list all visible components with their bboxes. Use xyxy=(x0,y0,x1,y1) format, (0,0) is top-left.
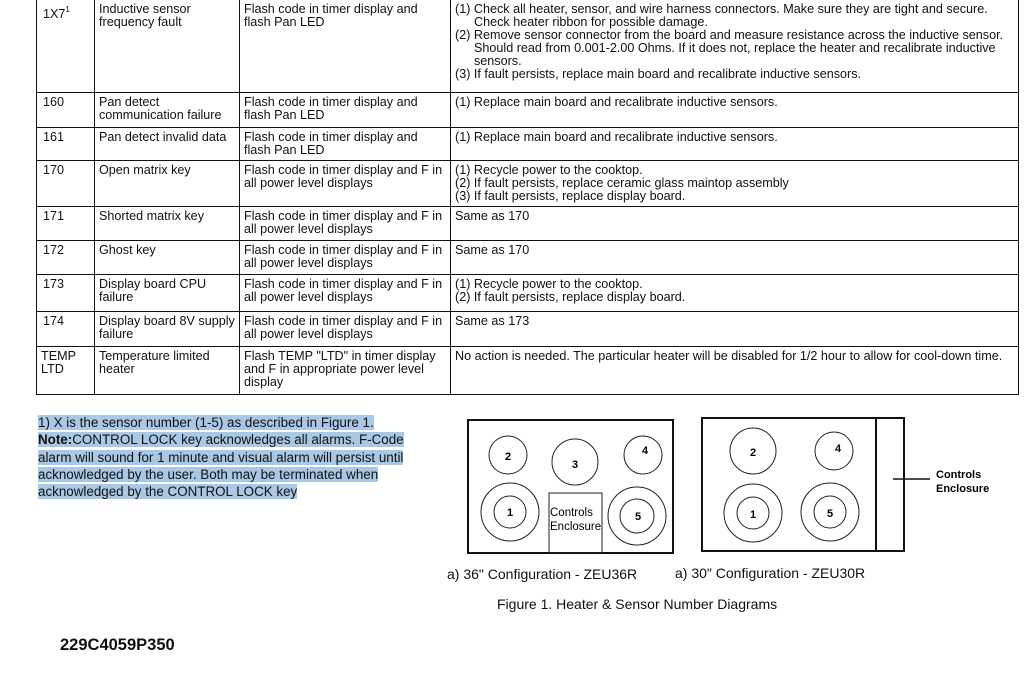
heater-4-label: 4 xyxy=(642,445,649,457)
corrective-action-step: (1) Replace main board and recalibrate i… xyxy=(455,94,778,109)
heater-5-label: 5 xyxy=(635,511,641,523)
corrective-action-cell: Same as 170 xyxy=(450,205,1019,241)
corrective-action-cell: Same as 170 xyxy=(450,239,1019,275)
fault-code: 172 xyxy=(43,242,65,257)
enclosure-label-line2: Enclosure xyxy=(550,521,601,533)
fault-indication: Flash TEMP "LTD" in timer display and F … xyxy=(239,345,451,395)
fault-code: 171 xyxy=(43,208,65,223)
corrective-action-cell: (1) Replace main board and recalibrate i… xyxy=(450,126,1019,161)
fault-code-cell: 1X71 xyxy=(36,0,95,93)
part-number: 229C4059P350 xyxy=(60,636,175,654)
fault-code-table: 1X71 Inductive sensor frequency fault Flas… xyxy=(36,0,1019,395)
heater-3-label: 3 xyxy=(572,459,578,471)
corrective-action-step: (3) If fault persists, replace display b… xyxy=(455,188,686,203)
fault-code-cell: 160 xyxy=(36,91,95,128)
fault-code: TEMP LTD xyxy=(41,348,76,376)
fault-description: Shorted matrix key xyxy=(94,205,240,241)
fault-code: 170 xyxy=(43,162,65,177)
heater-4-label: 4 xyxy=(835,443,842,455)
corrective-action-cell: (1) Replace main board and recalibrate i… xyxy=(450,91,1019,128)
fault-code-cell: 173 xyxy=(36,273,95,312)
fault-description: Inductive sensor frequency fault xyxy=(94,0,240,93)
heater-1-label: 1 xyxy=(750,509,756,521)
corrective-action-cell: No action is needed. The particular heat… xyxy=(450,345,1019,395)
corrective-action-cell: Same as 173 xyxy=(450,310,1019,347)
corrective-action-step: Same as 170 xyxy=(455,242,530,257)
corrective-action-step: (3) If fault persists, replace main boar… xyxy=(455,67,861,81)
fault-code-cell: TEMP LTD xyxy=(36,345,95,395)
corrective-action-cell: (1) Check all heater, sensor, and wire h… xyxy=(450,0,1019,93)
fault-description: Open matrix key xyxy=(94,159,240,207)
diagram-36-inch: 2 3 4 1 5 Controls Enclosure xyxy=(467,419,674,554)
note-label: Note: xyxy=(38,432,73,448)
fault-code-cell: 171 xyxy=(36,205,95,241)
notes-block: 1) X is the sensor number (1-5) as descr… xyxy=(38,414,418,500)
fault-description: Display board CPU failure xyxy=(94,273,240,312)
footnote-marker: 1 xyxy=(65,5,70,14)
fault-description: Pan detect communication failure xyxy=(94,91,240,128)
heater-2-label: 2 xyxy=(505,451,511,463)
table-row: 1X71 Inductive sensor frequency fault Flas… xyxy=(36,0,1019,93)
fault-indication: Flash code in timer display and F in all… xyxy=(239,205,451,241)
corrective-action-step: (2) If fault persists, replace ceramic g… xyxy=(455,175,789,190)
heater-2-label: 2 xyxy=(750,447,756,459)
heater-diagrams: 2 3 4 1 5 Controls Enclosure 2 4 1 5 Con… xyxy=(467,417,989,554)
fault-code: 161 xyxy=(43,129,65,144)
corrective-action-step: (1) Replace main board and recalibrate i… xyxy=(455,129,778,144)
enclosure-callout-line2: Enclosure xyxy=(936,483,989,495)
caption-30-inch: a) 30" Configuration - ZEU30R xyxy=(675,565,866,581)
table-row: TEMP LTD Temperature limited heater Flash … xyxy=(36,345,1019,395)
fault-code: 1X7 xyxy=(43,7,66,21)
corrective-action-step: (1) Recycle power to the cooktop. xyxy=(455,162,643,177)
table-row: 172 Ghost key Flash code in timer display … xyxy=(36,239,1019,275)
corrective-action-step: Same as 173 xyxy=(455,313,530,328)
fault-description: Ghost key xyxy=(94,239,240,275)
corrective-action-step: (1) Check all heater, sensor, and wire h… xyxy=(455,2,988,29)
fault-code: 174 xyxy=(43,313,65,328)
cooktop-outline-30 xyxy=(701,417,905,552)
fault-indication: Flash code in timer display and flash Pa… xyxy=(239,0,451,93)
note-paragraph: Note:CONTROL LOCK key acknowledges all a… xyxy=(38,432,404,500)
table-row: 171 Shorted matrix key Flash code in timer… xyxy=(36,205,1019,241)
fault-description: Temperature limited heater xyxy=(94,345,240,395)
fault-indication: Flash code in timer display and flash Pa… xyxy=(239,91,451,128)
diagram-30-inch: 2 4 1 5 Controls Enclosure xyxy=(701,417,989,552)
table-row: 174 Display board 8V supply failure Flash … xyxy=(36,310,1019,347)
corrective-action-step: (2) Remove sensor connector from the boa… xyxy=(455,28,1004,68)
table-row: 173 Display board CPU failure Flash code i… xyxy=(36,273,1019,312)
corrective-action-step: (1) Recycle power to the cooktop. xyxy=(455,276,643,291)
heater-1-label: 1 xyxy=(507,507,513,519)
fault-description: Display board 8V supply failure xyxy=(94,310,240,347)
corrective-action-cell: (1) Recycle power to the cooktop. (2) If … xyxy=(450,273,1019,312)
figure-title: Figure 1. Heater & Sensor Number Diagram… xyxy=(497,596,778,612)
enclosure-label-line1: Controls xyxy=(550,507,593,519)
fault-description: Pan detect invalid data xyxy=(94,126,240,161)
enclosure-callout-line1: Controls xyxy=(936,469,981,481)
fault-indication: Flash code in timer display and flash Pa… xyxy=(239,126,451,161)
caption-36-inch: a) 36" Configuration - ZEU36R xyxy=(447,566,638,582)
fault-indication: Flash code in timer display and F in all… xyxy=(239,310,451,347)
table-row: 170 Open matrix key Flash code in timer di… xyxy=(36,159,1019,207)
table-row: 160 Pan detect communication failure Flash… xyxy=(36,91,1019,128)
fault-indication: Flash code in timer display and F in all… xyxy=(239,159,451,207)
note-text: CONTROL LOCK key acknowledges all alarms… xyxy=(38,432,404,500)
table-row: 161 Pan detect invalid data Flash code in … xyxy=(36,126,1019,161)
fault-code-cell: 170 xyxy=(36,159,95,207)
fault-code-cell: 174 xyxy=(36,310,95,347)
fault-indication: Flash code in timer display and F in all… xyxy=(239,273,451,312)
heater-5-label: 5 xyxy=(827,508,833,520)
corrective-action-step: (2) If fault persists, replace display b… xyxy=(455,289,686,304)
corrective-action-step: No action is needed. The particular heat… xyxy=(455,348,1003,363)
corrective-action-step: Same as 170 xyxy=(455,208,530,223)
corrective-action-cell: (1) Recycle power to the cooktop. (2) If … xyxy=(450,159,1019,207)
fault-indication: Flash code in timer display and F in all… xyxy=(239,239,451,275)
fault-code-cell: 161 xyxy=(36,126,95,161)
footnote-text: 1) X is the sensor number (1-5) as descr… xyxy=(38,415,374,430)
fault-code: 173 xyxy=(43,276,65,291)
fault-code: 160 xyxy=(43,94,65,109)
fault-code-cell: 172 xyxy=(36,239,95,275)
